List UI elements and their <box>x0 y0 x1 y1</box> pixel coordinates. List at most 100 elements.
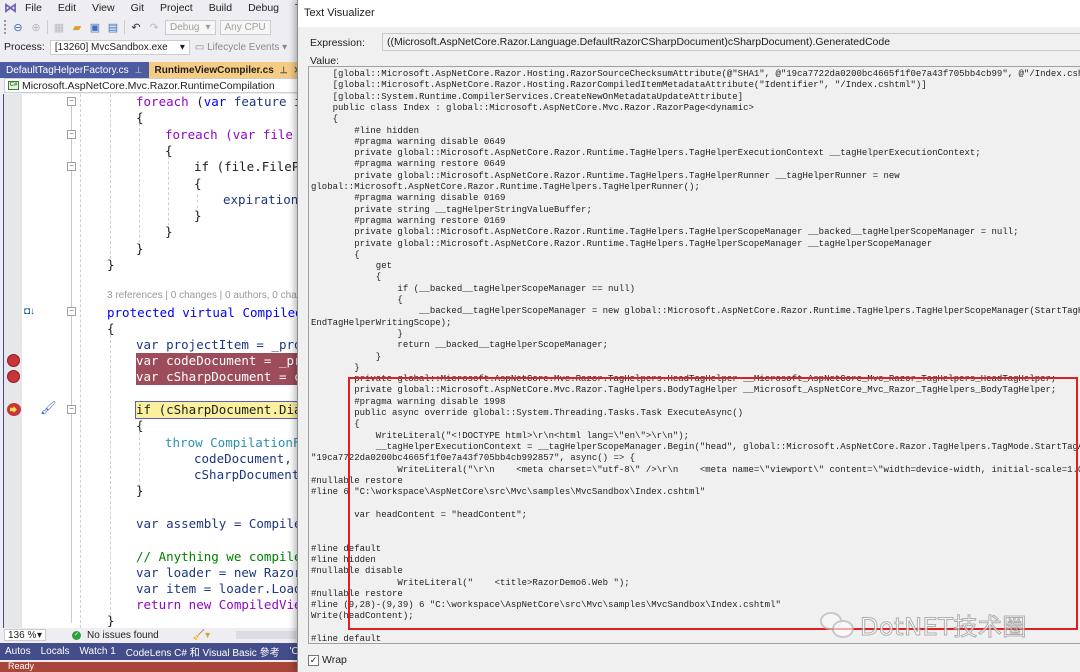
wrap-label: Wrap <box>322 654 347 666</box>
menu-view[interactable]: View <box>84 2 123 14</box>
expression-field[interactable]: ((Microsoft.AspNetCore.Razor.Language.De… <box>382 33 1080 51</box>
code-line: } <box>136 241 144 256</box>
value-line: private global::Microsoft.AspNetCore.Raz… <box>311 227 1019 238</box>
menu-debug[interactable]: Debug <box>240 2 287 14</box>
undo-icon[interactable]: ↶ <box>129 21 143 34</box>
collapse-icon[interactable]: − <box>67 307 76 316</box>
value-line: #nullable restore <box>311 475 403 486</box>
new-project-icon[interactable]: ▦ <box>52 21 66 34</box>
tab-runtime-view-compiler[interactable]: RuntimeViewCompiler.cs ⊥ ✕ <box>148 62 300 78</box>
code-line: { <box>194 176 202 191</box>
menu-bar: ⋈ File Edit View Git Project Build Debug… <box>0 0 300 16</box>
tab-autos[interactable]: Autos <box>0 646 36 657</box>
value-line: [global::Microsoft.AspNetCore.Razor.Host… <box>311 80 927 91</box>
code-line: } <box>107 257 115 272</box>
document-tab-strip: DefaultTagHelperFactory.cs ⊥ RuntimeView… <box>0 62 300 78</box>
menu-build[interactable]: Build <box>201 2 240 14</box>
code-line: var projectItem = _pro <box>136 337 300 352</box>
configuration-dropdown[interactable]: Debug ▾ <box>165 19 216 35</box>
lifecycle-events-button[interactable]: ▭ Lifecycle Events ▾ <box>195 42 287 53</box>
value-line: WriteLiteral("<!DOCTYPE html>\r\n<html l… <box>311 430 690 441</box>
value-line: public async override global::System.Thr… <box>311 408 744 418</box>
quick-actions-brush-icon[interactable]: 🖌 <box>40 400 57 416</box>
zoom-level-dropdown[interactable]: 136 % ▾ <box>4 629 46 641</box>
value-line: public class Index : global::Microsoft.A… <box>311 102 754 113</box>
code-line: { <box>136 110 144 125</box>
code-line: } <box>194 208 202 223</box>
process-label: Process: <box>4 41 45 53</box>
code-line: } <box>107 613 115 628</box>
value-line: "19ca7722da0200bc4665f1f0e7a43f705bb4cb9… <box>311 453 636 464</box>
value-line: private global::Microsoft.AspNetCore.Mvc… <box>311 385 1057 396</box>
collapse-icon[interactable]: − <box>67 405 76 414</box>
expression-label: Expression: <box>310 37 365 49</box>
indent-guide <box>110 94 111 259</box>
platform-dropdown[interactable]: Any CPU <box>219 19 271 35</box>
navigate-forward-icon[interactable]: ⊕ <box>29 21 43 34</box>
tab-label: RuntimeViewCompiler.cs <box>154 64 274 76</box>
toolbar-grip[interactable] <box>4 20 7 34</box>
indent-guide <box>80 94 81 628</box>
value-line: __tagHelperExecutionContext = __tagHelpe… <box>311 441 1080 452</box>
value-line: #pragma warning restore 0169 <box>311 215 506 226</box>
tab-locals[interactable]: Locals <box>36 646 75 657</box>
value-line: #pragma warning disable 0649 <box>311 136 506 147</box>
collapse-icon[interactable]: − <box>67 130 76 139</box>
override-marker-icon[interactable]: ◘↓ <box>24 306 35 317</box>
toolbar-separator <box>124 20 125 34</box>
code-line: return new CompiledVie <box>136 597 300 612</box>
wrap-checkbox-row[interactable]: ✓ Wrap <box>308 654 347 666</box>
watermark-text: DotNET技术圈 <box>860 613 1027 642</box>
breakpoint-icon[interactable] <box>7 354 20 367</box>
value-line: __backed__tagHelperScopeManager = new gl… <box>419 306 1080 317</box>
value-textarea[interactable]: [global::Microsoft.AspNetCore.Razor.Host… <box>308 66 1080 644</box>
value-line: { <box>311 272 382 283</box>
editor-status-line: 136 % ▾ ✓ No issues found 🧹▾ <box>4 628 300 642</box>
open-file-icon[interactable]: ▰ <box>70 21 84 34</box>
code-cleanup-icon[interactable]: 🧹▾ <box>193 630 210 641</box>
save-icon[interactable]: ▣ <box>88 21 102 34</box>
menu-git[interactable]: Git <box>123 2 152 14</box>
wrap-checkbox[interactable]: ✓ <box>308 654 319 666</box>
value-line: #pragma warning disable 1998 <box>311 396 506 407</box>
menu-edit[interactable]: Edit <box>50 2 84 14</box>
ide-status-bar: Ready <box>0 661 300 672</box>
tab-label: DefaultTagHelperFactory.cs <box>6 64 129 76</box>
tab-codelens-references[interactable]: CodeLens C# 和 Visual Basic 參考 <box>121 644 285 659</box>
breakpoint-code-line: var cSharpDocument = c <box>136 369 300 385</box>
value-line: WriteLiteral("\r\n <meta charset=\"utf-8… <box>311 464 1080 475</box>
codelens-info[interactable]: 3 references | 0 changes | 0 authors, 0 … <box>107 290 300 304</box>
code-line: protected virtual CompiledV <box>107 305 300 320</box>
pin-icon[interactable]: ⊥ <box>135 65 143 76</box>
instruction-pointer-icon[interactable] <box>7 403 21 416</box>
value-line: var headContent = "headContent"; <box>311 509 528 520</box>
process-dropdown[interactable]: [13260] MvcSandbox.exe ▾ <box>49 39 190 55</box>
zoom-level-value: 136 % <box>8 629 37 641</box>
save-all-icon[interactable]: ▤ <box>106 21 120 34</box>
collapse-icon[interactable]: − <box>67 162 76 171</box>
issues-status[interactable]: No issues found <box>87 630 159 641</box>
value-line: #line default <box>311 634 382 644</box>
dialog-title: Text Visualizer <box>298 0 1080 27</box>
value-line: { <box>311 114 339 125</box>
pin-icon[interactable]: ⊥ <box>280 65 288 76</box>
namespace-navigation-bar[interactable]: C# Microsoft.AspNetCore.Mvc.Razor.Runtim… <box>4 78 300 93</box>
tab-default-tag-helper-factory[interactable]: DefaultTagHelperFactory.cs ⊥ <box>0 62 149 78</box>
value-line: #line hidden <box>311 554 376 565</box>
navigate-back-icon[interactable]: ⊖ <box>11 21 25 34</box>
redo-icon[interactable]: ↷ <box>147 21 161 34</box>
breakpoint-code-line: var codeDocument = _pr <box>136 353 300 369</box>
text-visualizer-dialog: Text Visualizer Expression: ((Microsoft.… <box>297 0 1080 672</box>
code-line: if (file.FileP <box>194 159 300 174</box>
menu-project[interactable]: Project <box>152 2 201 14</box>
breakpoint-icon[interactable] <box>7 370 20 383</box>
value-line: #nullable disable <box>311 566 403 577</box>
horizontal-scrollbar[interactable] <box>236 631 297 639</box>
value-line: private global::Microsoft.AspNetCore.Mvc… <box>311 374 1057 385</box>
tab-watch-1[interactable]: Watch 1 <box>74 646 120 657</box>
code-line: { <box>107 321 115 336</box>
value-line: private global::Microsoft.AspNetCore.Raz… <box>311 238 933 249</box>
outline-line <box>71 103 72 623</box>
menu-file[interactable]: File <box>17 2 50 14</box>
collapse-icon[interactable]: − <box>67 97 76 106</box>
